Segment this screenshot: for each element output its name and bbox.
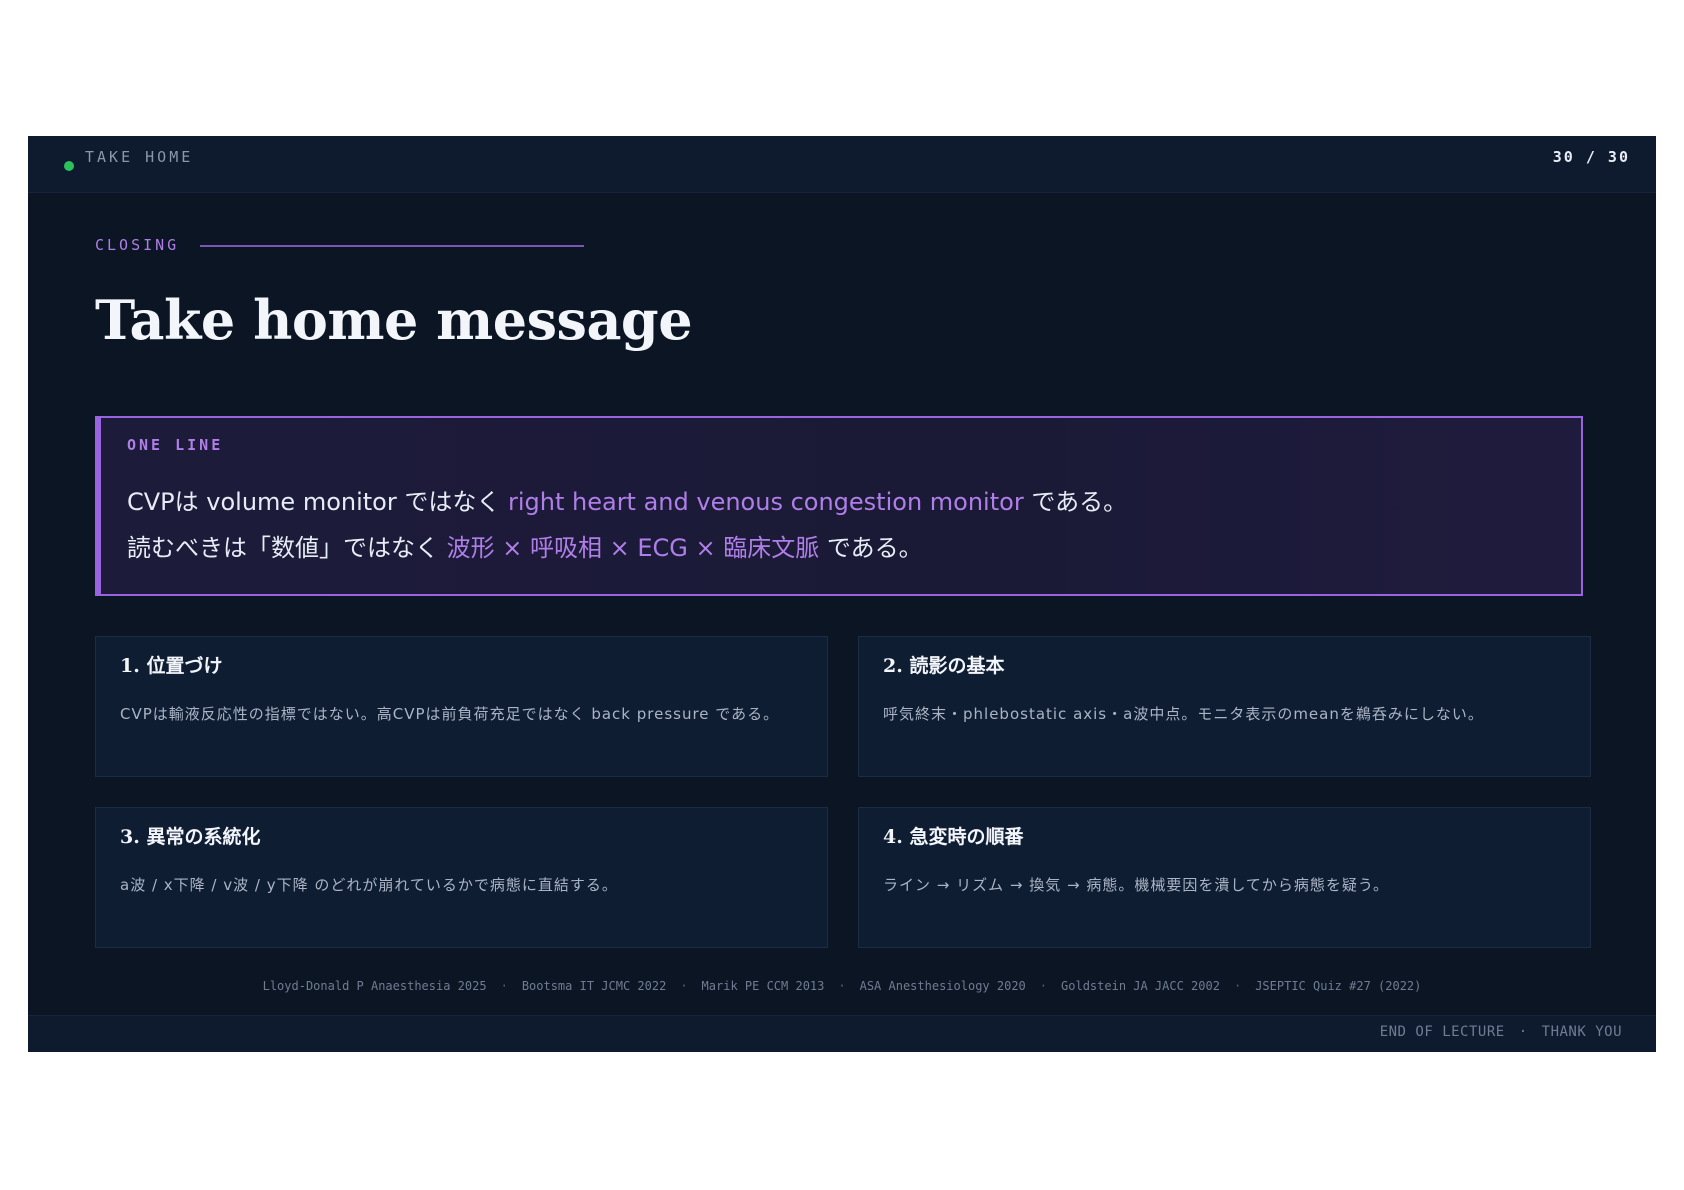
card-body: a波 / x下降 / v波 / y下降 のどれが崩れているかで病態に直結する。 [120,876,618,894]
reference-item: JSEPTIC Quiz #27 (2022) [1255,979,1422,993]
callout-line-2-accent: 波形 × 呼吸相 × ECG × 臨床文脈 [446,534,820,562]
reference-item: Bootsma IT JCMC 2022 [521,979,667,993]
section-tag: TAKE HOME [85,148,194,166]
references: Lloyd-Donald P Anaesthesia 2025 · Bootsma … [28,979,1656,993]
card-title: 3. 異常の系統化 [120,826,261,848]
status-dot-icon [64,161,74,171]
reference-item: ASA Anesthesiology 2020 [859,979,1026,993]
card-reading-basics: 2. 読影の基本 呼気終末・phlebostatic axis・a波中点。モニタ… [858,636,1591,777]
footer-text: END OF LECTURE · THANK YOU [1380,1024,1622,1040]
reference-separator: · [1039,979,1048,993]
footer-end-label: END OF LECTURE [1379,1024,1505,1040]
reference-separator: · [500,979,508,993]
callout-line-2: 読むべきは「数値」ではなく 波形 × 呼吸相 × ECG × 臨床文脈 である。 [127,528,923,563]
eyebrow-label: CLOSING [95,236,180,254]
callout-line-1-accent: right heart and venous congestion monito… [507,488,1024,516]
slide: TAKE HOME 30 / 30 CLOSING Take home mess… [28,136,1656,1052]
top-bar: TAKE HOME 30 / 30 [28,136,1656,193]
footer-separator: · [1518,1024,1528,1040]
card-body: ライン → リズム → 換気 → 病態。機械要因を潰してから病態を疑う。 [883,876,1389,894]
callout-line-1-suffix: である。 [1023,488,1128,516]
reference-item: Lloyd-Donald P Anaesthesia 2025 [262,979,487,993]
reference-separator: · [838,979,846,993]
card-title: 1. 位置づけ [120,655,223,677]
card-body: CVPは輸液反応性の指標ではない。高CVPは前負荷充足ではなく back pre… [120,705,780,723]
reference-item: Goldstein JA JACC 2002 [1061,979,1220,993]
callout-line-1-text: CVPは volume monitor ではなく [127,488,508,516]
callout-line-2-suffix: である。 [819,534,923,562]
card-title: 4. 急変時の順番 [883,826,1024,848]
card-title: 2. 読影の基本 [883,655,1005,677]
card-abnormality-system: 3. 異常の系統化 a波 / x下降 / v波 / y下降 のどれが崩れているか… [95,807,828,948]
callout-line-2-text: 読むべきは「数値」ではなく [127,534,447,562]
footer-thanks-label: THANK YOU [1541,1024,1622,1040]
eyebrow-divider [200,245,584,247]
one-line-callout: ONE LINE CVPは volume monitor ではなく right … [95,416,1583,596]
reference-separator: · [1233,979,1242,993]
card-body: 呼気終末・phlebostatic axis・a波中点。モニタ表示のmeanを鵜… [883,705,1484,723]
callout-label: ONE LINE [127,436,224,454]
page-number: 30 / 30 [1552,148,1630,166]
callout-line-1: CVPは volume monitor ではなく right heart and… [127,482,1127,517]
reference-item: Marik PE CCM 2013 [701,979,825,993]
page-title: Take home message [95,288,693,352]
card-emergency-order: 4. 急変時の順番 ライン → リズム → 換気 → 病態。機械要因を潰してから… [858,807,1591,948]
bottom-bar: END OF LECTURE · THANK YOU [28,1015,1656,1052]
reference-separator: · [680,979,688,993]
card-positioning: 1. 位置づけ CVPは輸液反応性の指標ではない。高CVPは前負荷充足ではなく … [95,636,828,777]
